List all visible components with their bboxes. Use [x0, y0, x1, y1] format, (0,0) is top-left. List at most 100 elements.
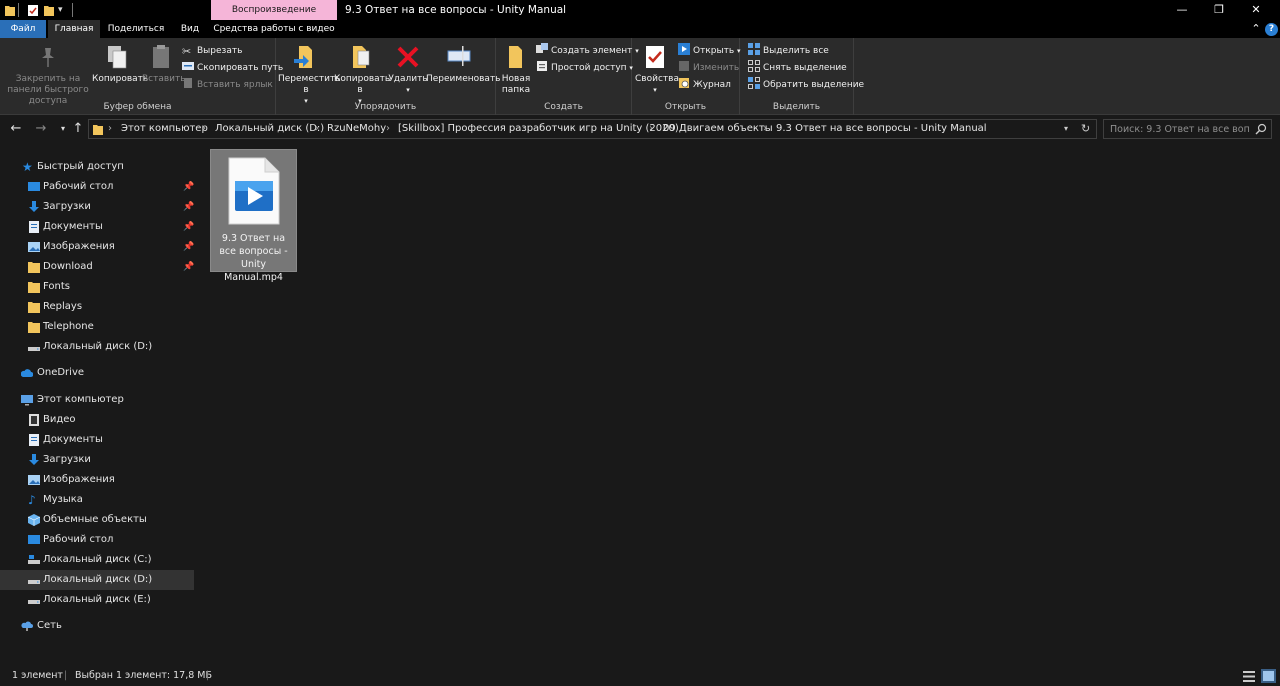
new-folder-button[interactable]: Новая папка — [500, 42, 532, 96]
nav-quick-access[interactable]: ★ Быстрый доступ — [0, 157, 194, 177]
nav-label: Сеть — [37, 620, 62, 631]
nav-downloads[interactable]: Загрузки 📌 — [0, 197, 194, 217]
nav-pc-downloads[interactable]: Загрузки — [0, 450, 194, 470]
copy-to-button[interactable]: Копировать в ▾ — [334, 42, 390, 107]
refresh-icon[interactable]: ↻ — [1081, 120, 1090, 138]
nav-fonts[interactable]: Fonts — [0, 277, 194, 297]
drive-icon — [28, 580, 40, 584]
invert-selection-button[interactable]: Обратить выделение — [748, 77, 864, 93]
file-list-area[interactable]: 9.3 Ответ на все вопросы - Unity Manual.… — [196, 143, 1280, 666]
address-bar[interactable]: › Этот компьютер › Локальный диск (D:) ›… — [88, 119, 1097, 139]
copy-path-button[interactable]: Скопировать путь — [182, 60, 283, 76]
properties-icon[interactable] — [27, 3, 39, 17]
nav-videos[interactable]: Видео — [0, 410, 194, 430]
nav-download-folder[interactable]: Download 📌 — [0, 257, 194, 277]
search-box[interactable] — [1103, 119, 1272, 139]
close-button[interactable]: ✕ — [1238, 0, 1274, 20]
scissors-icon: ✂ — [182, 45, 192, 58]
group-clipboard: Закрепить на панели быстрого доступа Коп… — [0, 38, 283, 115]
nav-documents[interactable]: Документы 📌 — [0, 217, 194, 237]
copy-path-label: Скопировать путь — [197, 63, 284, 73]
new-item-button[interactable]: Создать элемент ▾ — [536, 43, 639, 59]
context-tab-playback[interactable]: Воспроизведение — [211, 0, 337, 20]
tab-video-tools[interactable]: Средства работы с видео — [212, 20, 336, 38]
nav-pc-documents[interactable]: Документы — [0, 430, 194, 450]
ribbon: Закрепить на панели быстрого доступа Коп… — [0, 38, 1280, 115]
pin-icon: 📌 — [183, 182, 195, 192]
help-icon[interactable]: ? — [1265, 23, 1278, 36]
nav-replays[interactable]: Replays — [0, 297, 194, 317]
forward-arrow-icon[interactable]: → — [33, 121, 49, 137]
address-row: ← → ▾ ↑ › Этот компьютер › Локальный дис… — [0, 115, 1280, 143]
large-icons-view-icon[interactable] — [1261, 669, 1276, 683]
paste-label: Вставить — [142, 74, 186, 84]
nav-3d-objects[interactable]: Объемные объекты — [0, 510, 194, 530]
rename-button[interactable]: Переименовать — [426, 42, 501, 85]
pin-quick-access-button[interactable]: Закрепить на панели быстрого доступа — [4, 42, 92, 107]
search-input[interactable] — [1110, 122, 1250, 136]
paste-shortcut-button[interactable]: Вставить ярлык — [182, 77, 273, 93]
cube-icon — [28, 514, 40, 526]
open-label: Открыть — [693, 46, 735, 56]
collapse-ribbon-icon[interactable]: ⌃ — [1249, 22, 1263, 36]
nav-label: Fonts — [43, 281, 70, 292]
file-item[interactable]: 9.3 Ответ на все вопросы - Unity Manual.… — [210, 149, 297, 283]
open-button[interactable]: Открыть ▾ — [678, 43, 741, 59]
nav-pictures[interactable]: Изображения 📌 — [0, 237, 194, 257]
copy-path-icon — [182, 62, 194, 70]
tab-home[interactable]: Главная — [48, 20, 100, 38]
nav-drive-d[interactable]: Локальный диск (D:) — [0, 570, 194, 590]
copy-button[interactable]: Копировать — [92, 42, 148, 85]
nav-network[interactable]: Сеть — [0, 616, 194, 636]
select-none-button[interactable]: Снять выделение — [748, 60, 847, 76]
nav-desktop[interactable]: Рабочий стол 📌 — [0, 177, 194, 197]
address-dropdown-icon[interactable]: ▾ — [1064, 120, 1068, 138]
paste-button[interactable]: Вставить — [142, 42, 186, 85]
breadcrumb-skillbox[interactable]: [Skillbox] Профессия разработчик игр на … — [398, 120, 679, 138]
easy-access-button[interactable]: Простой доступ ▾ — [536, 60, 633, 76]
nav-music[interactable]: ♪ Музыка — [0, 490, 194, 510]
nav-label: Документы — [43, 221, 103, 232]
breadcrumb-drive-d[interactable]: Локальный диск (D:) — [215, 120, 324, 138]
recent-locations-icon[interactable]: ▾ — [55, 121, 71, 137]
tab-share[interactable]: Поделиться — [104, 20, 168, 38]
minimize-button[interactable]: — — [1164, 0, 1200, 20]
nav-onedrive[interactable]: OneDrive — [0, 363, 194, 383]
move-to-button[interactable]: Переместить в ▾ — [278, 42, 340, 107]
tab-view[interactable]: Вид — [172, 20, 208, 38]
customize-qat-icon[interactable]: ▾ — [58, 3, 70, 17]
folder-icon — [28, 262, 40, 273]
history-label: Журнал — [693, 80, 731, 90]
history-button[interactable]: Журнал — [678, 77, 731, 93]
search-icon[interactable] — [1255, 123, 1267, 135]
new-folder-icon[interactable] — [43, 3, 55, 17]
divider: | — [64, 670, 68, 681]
up-arrow-icon[interactable]: ↑ — [70, 121, 86, 137]
nav-label: Telephone — [43, 321, 94, 332]
nav-this-pc[interactable]: Этот компьютер — [0, 390, 194, 410]
breadcrumb-rzunemohy[interactable]: RzuNeMohy — [327, 120, 386, 138]
delete-button[interactable]: Удалить ▾ — [388, 42, 428, 96]
edit-button[interactable]: Изменить — [678, 60, 739, 76]
maximize-button[interactable]: ❐ — [1201, 0, 1237, 20]
nav-telephone[interactable]: Telephone — [0, 317, 194, 337]
nav-quick-drive-d[interactable]: Локальный диск (D:) — [0, 337, 194, 357]
select-none-label: Снять выделение — [763, 63, 847, 73]
breadcrumb-current-folder[interactable]: 9.3 Ответ на все вопросы - Unity Manual — [776, 120, 987, 138]
breadcrumb-separator-icon: › — [763, 123, 767, 134]
breadcrumb-moving-objects[interactable]: 09 Двигаем объекты — [663, 120, 773, 138]
nav-pc-desktop[interactable]: Рабочий стол — [0, 530, 194, 550]
nav-label: Изображения — [43, 241, 115, 252]
cut-button[interactable]: ✂ Вырезать — [182, 43, 242, 59]
invert-selection-icon — [748, 77, 760, 89]
back-arrow-icon[interactable]: ← — [8, 121, 24, 137]
tab-file[interactable]: Файл — [0, 20, 46, 38]
nav-drive-c[interactable]: Локальный диск (C:) — [0, 550, 194, 570]
nav-drive-e[interactable]: Локальный диск (E:) — [0, 590, 194, 610]
nav-pc-pictures[interactable]: Изображения — [0, 470, 194, 490]
select-all-button[interactable]: Выделить все — [748, 43, 829, 59]
breadcrumb-this-pc[interactable]: Этот компьютер — [121, 120, 208, 138]
properties-icon — [646, 46, 664, 68]
details-view-icon[interactable] — [1243, 671, 1255, 682]
properties-button[interactable]: Свойства ▾ — [635, 42, 679, 96]
